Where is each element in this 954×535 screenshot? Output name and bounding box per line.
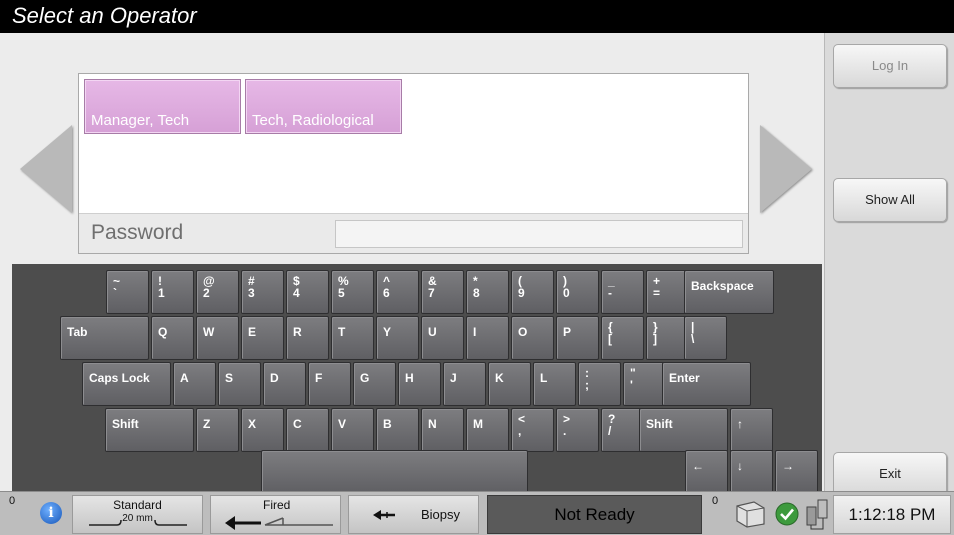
key-0[interactable]: ) 0: [556, 270, 599, 314]
key-f[interactable]: F: [308, 362, 351, 406]
key-8[interactable]: * 8: [466, 270, 509, 314]
key-7[interactable]: & 7: [421, 270, 464, 314]
key-t[interactable]: T: [331, 316, 374, 360]
password-row: Password: [79, 213, 748, 253]
exit-button[interactable]: Exit: [833, 452, 947, 496]
key-enter[interactable]: Enter: [662, 362, 751, 406]
key-minus[interactable]: _ -: [601, 270, 644, 314]
network-icon[interactable]: [805, 497, 829, 531]
key-arrow-left[interactable]: ←: [685, 450, 728, 494]
key-i[interactable]: I: [466, 316, 509, 360]
key-slash[interactable]: ? /: [601, 408, 644, 452]
page-title: Select an Operator: [12, 3, 197, 28]
key-backslash[interactable]: | \: [684, 316, 727, 360]
key-a[interactable]: A: [173, 362, 216, 406]
key-shift-right[interactable]: Shift: [639, 408, 728, 452]
operator-tile-tech-radiological[interactable]: Tech, Radiological: [245, 79, 402, 134]
key-s[interactable]: S: [218, 362, 261, 406]
key-1[interactable]: ! 1: [151, 270, 194, 314]
key-c[interactable]: C: [286, 408, 329, 452]
status-bar: 0 i Standard 20 mm Fired Biopsy Not Read…: [0, 491, 954, 535]
key-b[interactable]: B: [376, 408, 419, 452]
key-e[interactable]: E: [241, 316, 284, 360]
key-arrow-up[interactable]: ↑: [730, 408, 773, 452]
log-in-button[interactable]: Log In: [833, 44, 947, 88]
fired-arrow-icon: [225, 516, 333, 530]
key-right-brace[interactable]: }]: [646, 316, 689, 360]
key-5[interactable]: % 5: [331, 270, 374, 314]
key-caps-lock[interactable]: Caps Lock: [82, 362, 171, 406]
key-h[interactable]: H: [398, 362, 441, 406]
key-2[interactable]: @2: [196, 270, 239, 314]
key-comma[interactable]: <,: [511, 408, 554, 452]
operator-tile-label: Manager, Tech: [91, 112, 190, 129]
key-j[interactable]: J: [443, 362, 486, 406]
key-z[interactable]: Z: [196, 408, 239, 452]
key-arrow-down[interactable]: ↓: [730, 450, 773, 494]
key-l[interactable]: L: [533, 362, 576, 406]
biopsy-label: Biopsy: [421, 507, 461, 522]
on-screen-keyboard: ~ ` ! 1 @2 #3 $4 % 5 ^ 6 & 7 * 8 (9 ) 0 _ - + = B…: [12, 264, 822, 494]
operator-tile-label: Tech, Radiological: [252, 112, 374, 129]
key-q[interactable]: Q: [151, 316, 194, 360]
operator-login-screen: Select an Operator Manager, Tech Tech, R…: [0, 0, 954, 535]
paddle-thickness: 20 mm: [122, 513, 153, 524]
biopsy-needle-icon: [373, 510, 395, 520]
key-o[interactable]: O: [511, 316, 554, 360]
media-drive-icon[interactable]: [734, 500, 768, 528]
clock: 1:12:18 PM: [833, 495, 951, 534]
show-all-button[interactable]: Show All: [833, 178, 947, 222]
key-d[interactable]: D: [263, 362, 306, 406]
paddle-status-button[interactable]: Standard 20 mm: [72, 495, 203, 534]
password-field[interactable]: [335, 220, 743, 248]
key-p[interactable]: P: [556, 316, 599, 360]
key-period[interactable]: >.: [556, 408, 599, 452]
key-g[interactable]: G: [353, 362, 396, 406]
operator-tile-manager-tech[interactable]: Manager, Tech: [84, 79, 241, 134]
next-page-arrow-icon[interactable]: [760, 125, 812, 213]
key-u[interactable]: U: [421, 316, 464, 360]
title-bar: Select an Operator: [0, 0, 954, 33]
previous-page-arrow-icon[interactable]: [20, 125, 72, 213]
key-arrow-right[interactable]: →: [775, 450, 818, 494]
key-w[interactable]: W: [196, 316, 239, 360]
alarm-count: 0: [9, 495, 16, 507]
key-y[interactable]: Y: [376, 316, 419, 360]
check-status-icon[interactable]: [775, 502, 799, 526]
operator-list: Manager, Tech Tech, Radiological Passwor…: [78, 73, 749, 254]
key-backtick[interactable]: ~ `: [106, 270, 149, 314]
fired-label: Fired: [263, 498, 291, 512]
key-n[interactable]: N: [421, 408, 464, 452]
fired-status-button[interactable]: Fired: [210, 495, 341, 534]
key-shift-left[interactable]: Shift: [105, 408, 194, 452]
paddle-name: Standard: [113, 498, 162, 512]
biopsy-status-button[interactable]: Biopsy: [348, 495, 479, 534]
key-k[interactable]: K: [488, 362, 531, 406]
system-state-indicator: Not Ready: [487, 495, 702, 534]
right-action-panel: [824, 33, 954, 491]
info-icon[interactable]: i: [40, 502, 62, 524]
key-space[interactable]: [261, 450, 528, 494]
key-4[interactable]: $4: [286, 270, 329, 314]
queue-count: 0: [712, 495, 719, 507]
key-3[interactable]: #3: [241, 270, 284, 314]
key-v[interactable]: V: [331, 408, 374, 452]
key-left-brace[interactable]: {[: [601, 316, 644, 360]
key-backspace[interactable]: Backspace: [684, 270, 774, 314]
key-9[interactable]: (9: [511, 270, 554, 314]
key-m[interactable]: M: [466, 408, 509, 452]
key-6[interactable]: ^ 6: [376, 270, 419, 314]
key-semicolon[interactable]: :;: [578, 362, 621, 406]
password-label: Password: [91, 221, 184, 244]
key-equals[interactable]: + =: [646, 270, 689, 314]
key-x[interactable]: X: [241, 408, 284, 452]
key-tab[interactable]: Tab: [60, 316, 149, 360]
key-quote[interactable]: " ': [623, 362, 666, 406]
key-r[interactable]: R: [286, 316, 329, 360]
